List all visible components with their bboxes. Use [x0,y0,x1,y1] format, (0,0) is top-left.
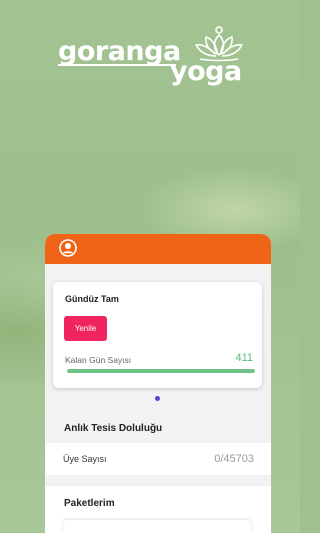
remaining-days-progress-fill [67,369,255,373]
member-count-label: Üye Sayısı [63,454,107,464]
member-count-row: Üye Sayısı 0/45703 [45,443,271,475]
remaining-days-value: 411 [235,352,253,364]
brand-name-part2: yoga [170,56,242,87]
member-panel: Gündüz Tam Yenile Kalan Gün Sayısı 411 A… [45,234,271,533]
panel-header [45,234,271,264]
membership-title: Gündüz Tam [65,294,119,304]
logo-underline [58,64,176,66]
lotus-icon [195,26,243,62]
carousel-page-indicator[interactable] [155,396,160,401]
brand-logo: goranga yoga [58,24,248,86]
package-card[interactable] [63,520,251,533]
renew-button[interactable]: Yenile [64,316,107,341]
packages-title: Paketlerim [64,498,115,509]
member-count-value: 0/45703 [214,453,254,465]
occupancy-title: Anlık Tesis Doluluğu [64,423,163,434]
brand-name-part1: goranga [58,36,181,67]
user-circle-icon[interactable] [59,239,77,257]
membership-card[interactable]: Gündüz Tam Yenile Kalan Gün Sayısı 411 [53,282,262,388]
remaining-days-progress [67,369,255,373]
remaining-days-label: Kalan Gün Sayısı [65,355,132,365]
packages-section: Paketlerim [45,486,271,533]
